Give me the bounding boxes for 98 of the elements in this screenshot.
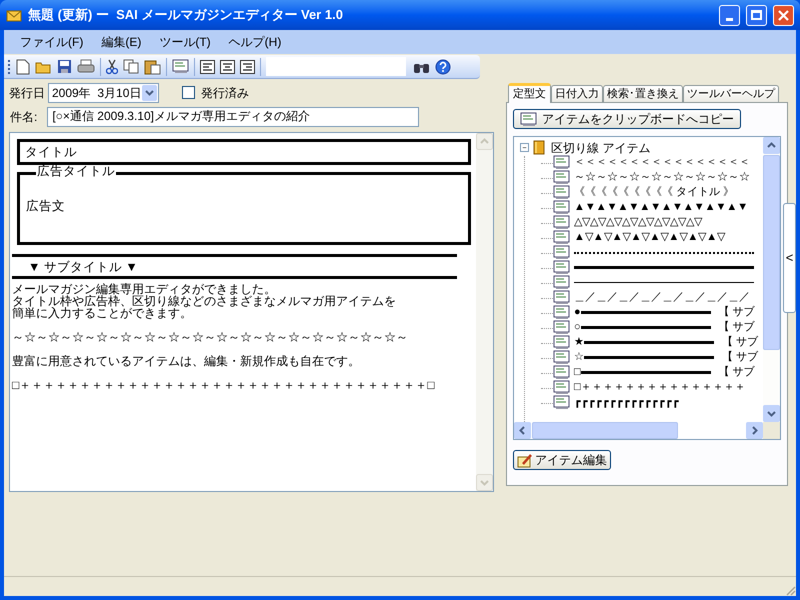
align-center-icon[interactable]: [220, 60, 235, 74]
date-label: 発行日: [9, 84, 45, 102]
help-icon[interactable]: [435, 58, 451, 74]
title-frame: タイトル: [17, 139, 471, 165]
grip-icon: [8, 58, 11, 74]
dropdown-icon: [142, 84, 157, 100]
text-card-icon: [553, 260, 570, 275]
text-card-icon: [553, 350, 570, 365]
paragraph: メールマガジン編集専用エディタができました。 タイトル枠や広告枠、区切り線などのさまざまなメルマガ用アイテムを 簡単に入力することができます。: [12, 283, 397, 319]
menu-item[interactable]: 編集(E): [93, 32, 150, 52]
subject-field[interactable]: [○×通信 2009.3.10]メルマガ専用エディタの紹介: [47, 106, 420, 126]
paste-icon[interactable]: [144, 58, 161, 74]
scroll-up-icon[interactable]: [763, 137, 780, 154]
text-card-icon[interactable]: [172, 59, 189, 74]
collapse-handle[interactable]: <: [783, 203, 796, 313]
tree-item[interactable]: ▲▼▲▼▲▼▲▼▲▼▲▼▲▼▲▼: [574, 199, 748, 216]
scissors-icon[interactable]: [106, 58, 118, 74]
ad-body: 広告文: [26, 200, 65, 212]
menu-item[interactable]: ツール(T): [151, 32, 219, 52]
minimize-icon: [726, 18, 733, 20]
date-picker[interactable]: 2009年 3月10日: [48, 82, 159, 102]
align-right-icon[interactable]: [240, 60, 255, 74]
scroll-thumb[interactable]: [532, 422, 678, 439]
scroll-down-icon[interactable]: [763, 405, 780, 422]
text-card-icon: [553, 200, 570, 215]
tree-item[interactable]: ～☆～☆～☆～☆～☆～☆～☆～☆: [574, 169, 750, 186]
subtitle-band: ▼ サブタイトル ▼: [12, 254, 457, 279]
tree-item[interactable]: ＜＜＜＜＜＜＜＜＜＜＜＜＜＜＜＜: [574, 154, 750, 171]
tree-item[interactable]: ☆: [574, 349, 584, 366]
edit-button[interactable]: アイテム編集: [513, 450, 611, 470]
text-card-icon: [553, 155, 570, 170]
text-card-icon: [553, 395, 570, 410]
text-card-icon: [553, 380, 570, 395]
tree-item[interactable]: 【 サブ: [722, 349, 758, 366]
minimize-button[interactable]: [719, 4, 740, 26]
paragraph: 豊富に用意されているアイテムは、編集・新規作成も自在です。: [12, 355, 361, 367]
tree-item[interactable]: ┏┏┏┏┏┏┏┏┏┏┏┏┏┏┏: [574, 394, 679, 411]
tab[interactable]: ツールバーヘルプ: [683, 85, 779, 102]
book-icon: [532, 140, 546, 155]
menu-item[interactable]: ヘルプ(H): [220, 32, 290, 52]
text-card-icon: [553, 335, 570, 350]
text-card-icon: [553, 275, 570, 290]
checkbox-label: 発行済み: [201, 84, 249, 102]
ad-title: 広告タイトル: [36, 165, 116, 177]
text-card-icon: [553, 230, 570, 245]
paragraph: □＋＋＋＋＋＋＋＋＋＋＋＋＋＋＋＋＋＋＋＋＋＋＋＋＋＋＋＋＋＋＋＋＋＋□: [12, 379, 436, 391]
close-button[interactable]: [773, 4, 794, 26]
tree-item[interactable]: 【 サブ: [722, 334, 758, 351]
tree-item[interactable]: 【 サブ: [718, 304, 755, 321]
pencil-icon: [517, 452, 534, 468]
text-card-icon: [553, 320, 570, 335]
printer-icon[interactable]: [77, 58, 95, 74]
subject-label: 件名:: [10, 108, 38, 126]
text-card-icon: [553, 185, 570, 200]
folder-icon[interactable]: [35, 60, 52, 74]
text-card-icon: [553, 290, 570, 305]
tree-item[interactable]: ▲▽▲▽▲▽▲▽▲▽▲▽▲▽▲▽: [574, 229, 726, 246]
copy-button[interactable]: アイテムをクリップボードへコピー: [513, 109, 741, 129]
maximize-icon: [751, 10, 762, 20]
tab[interactable]: 定型文: [508, 83, 551, 103]
resize-grip-icon[interactable]: [784, 584, 796, 596]
copy-icon[interactable]: [123, 59, 139, 74]
tree-folder[interactable]: 区切り線 アイテム: [551, 138, 650, 156]
text-card-icon: [553, 170, 570, 185]
tree-item[interactable]: ＿／＿／＿／＿／＿／＿／＿／＿／: [574, 289, 750, 306]
tree-item[interactable]: ★: [574, 334, 584, 351]
scrollbar-corner: [763, 422, 780, 439]
paragraph: ～☆～☆～☆～☆～☆～☆～☆～☆～☆～☆～☆～☆～☆～☆～☆～☆～: [12, 331, 409, 343]
scroll-left-icon[interactable]: [514, 422, 531, 439]
tab[interactable]: 検索･置き換え: [603, 85, 683, 102]
text-card-icon: [520, 112, 537, 126]
window-title: 無題 (更新) ー SAI メールマガジンエディター Ver 1.0: [28, 6, 344, 24]
tree-item[interactable]: □＋＋＋＋＋＋＋＋＋＋＋＋＋＋＋: [574, 379, 746, 396]
align-left-icon[interactable]: [200, 60, 215, 74]
text-card-icon: [553, 215, 570, 230]
maximize-button[interactable]: [746, 4, 767, 26]
expander-icon[interactable]: －: [520, 143, 529, 152]
text-card-icon: [553, 245, 570, 260]
text-card-icon: [553, 305, 570, 320]
tree-item[interactable]: 【 サブ: [718, 364, 755, 381]
close-icon: [778, 10, 789, 20]
scroll-right-icon[interactable]: [746, 422, 763, 439]
search-field[interactable]: [266, 57, 406, 76]
envelope-icon: [6, 8, 22, 22]
scroll-thumb[interactable]: [763, 155, 780, 350]
tab[interactable]: 日付入力: [551, 85, 603, 102]
rule-item[interactable]: [574, 252, 754, 254]
save-icon[interactable]: [57, 59, 72, 74]
tree-item[interactable]: △▽△▽△▽△▽△▽△▽△▽△▽: [574, 214, 702, 231]
menu-item[interactable]: ファイル(F): [12, 32, 92, 52]
checkbox[interactable]: [182, 86, 195, 99]
new-document-icon[interactable]: [16, 58, 30, 74]
tree-item[interactable]: □: [574, 364, 581, 381]
tree-item[interactable]: ○: [574, 319, 581, 336]
text-card-icon: [553, 365, 570, 380]
tree-item[interactable]: 《《《《《《《《《 タイトル 》: [574, 184, 734, 201]
tree-item[interactable]: ●: [574, 304, 581, 321]
tree-item[interactable]: 【 サブ: [718, 319, 755, 336]
